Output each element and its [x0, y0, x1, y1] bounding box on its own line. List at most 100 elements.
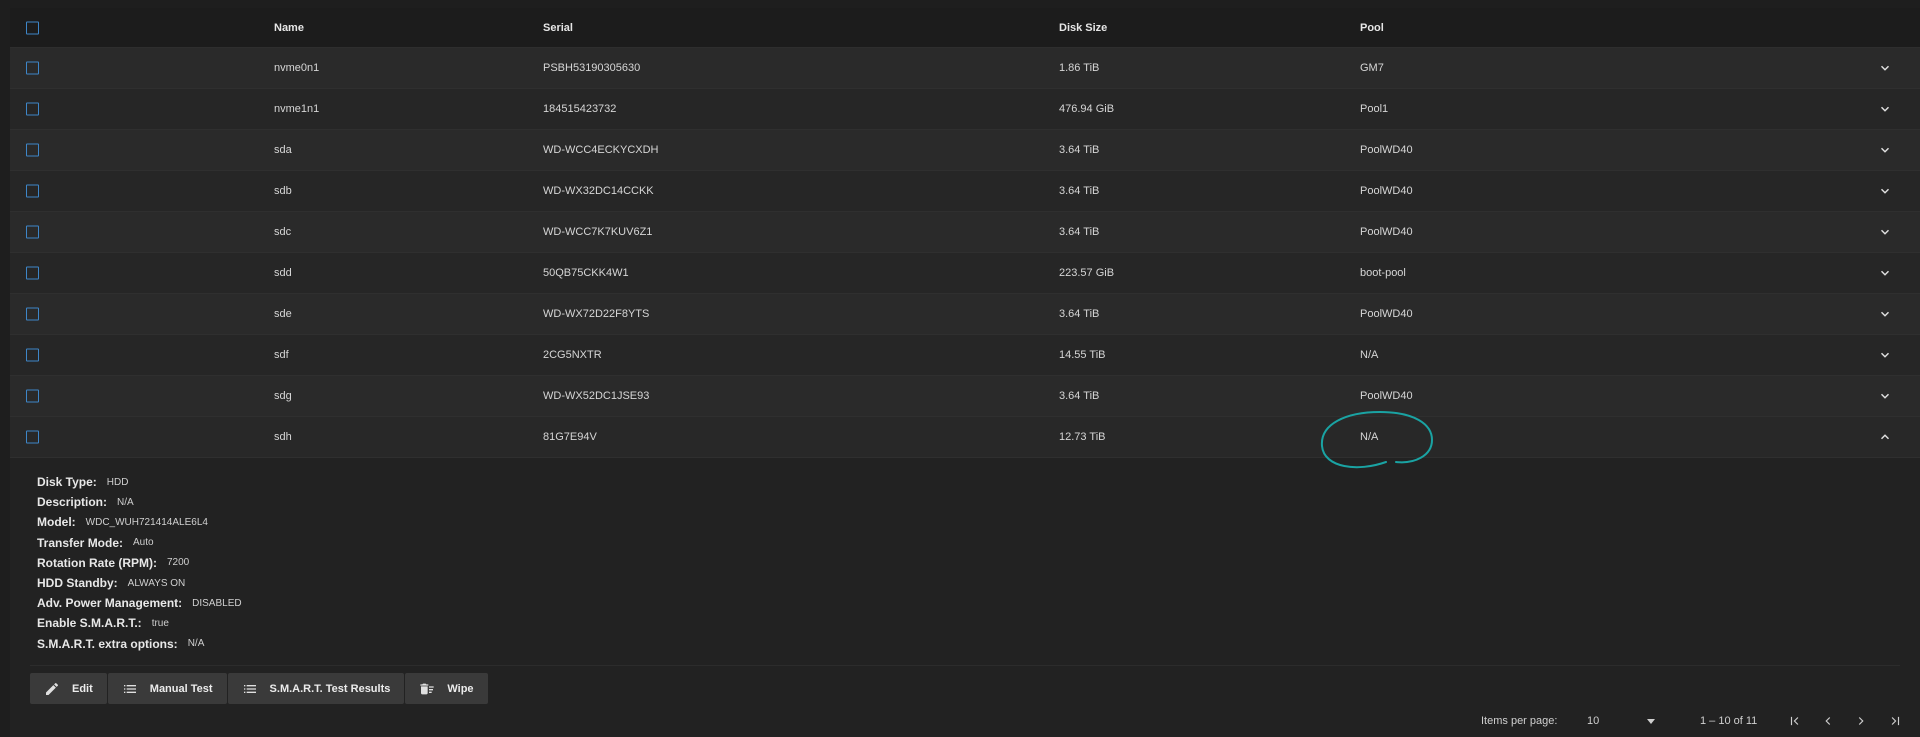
row-checkbox[interactable] [26, 61, 39, 75]
detail-key: Disk Type: [37, 475, 97, 490]
table-row[interactable]: nvme0n1 PSBH53190305630 1.86 TiB GM7 [10, 48, 1920, 89]
chevron-down-icon[interactable] [1878, 225, 1892, 239]
table-row[interactable]: sdc WD-WCC7K7KUV6Z1 3.64 TiB PoolWD40 [10, 212, 1920, 253]
disk-size: 223.57 GiB [1059, 267, 1115, 279]
detail-value: N/A [187, 638, 205, 650]
disk-name: nvme0n1 [274, 62, 320, 74]
chevron-down-icon[interactable] [1878, 307, 1892, 321]
detail-key: Transfer Mode: [37, 535, 124, 550]
table-row[interactable]: sdg WD-WX52DC1JSE93 3.64 TiB PoolWD40 [10, 376, 1920, 417]
disk-pool: N/A [1360, 431, 1379, 443]
next-page-icon[interactable] [1854, 714, 1868, 728]
detail-value: true [151, 617, 169, 629]
row-checkbox[interactable] [26, 225, 39, 239]
previous-page-icon[interactable] [1821, 714, 1835, 728]
detail-key: Description: [37, 495, 108, 510]
list-icon [123, 684, 136, 693]
page-range: 1 – 10 of 11 [1700, 715, 1758, 727]
chevron-down-icon[interactable] [1878, 348, 1892, 362]
table-row[interactable]: sdd 50QB75CKK4W1 223.57 GiB boot-pool [10, 253, 1920, 294]
smart-test-results-button[interactable]: S.M.A.R.T. Test Results [227, 673, 405, 704]
detail-key: Model: [37, 515, 76, 530]
table-row[interactable]: sde WD-WX72D22F8YTS 3.64 TiB PoolWD40 [10, 294, 1920, 335]
row-checkbox[interactable] [26, 102, 39, 116]
select-all-checkbox[interactable] [26, 21, 39, 34]
header-serial[interactable]: Serial [543, 22, 573, 34]
detail-field: Transfer Mode: Auto [37, 533, 242, 553]
header-name[interactable]: Name [274, 22, 304, 34]
disk-size: 3.64 TiB [1059, 390, 1100, 402]
chevron-down-icon[interactable] [1878, 61, 1892, 75]
chevron-down-icon[interactable] [1878, 143, 1892, 157]
disk-serial: WD-WCC4ECKYCXDH [543, 144, 659, 156]
last-page-icon[interactable] [1888, 714, 1902, 728]
row-checkbox[interactable] [26, 430, 39, 444]
edit-button[interactable]: Edit [30, 673, 107, 704]
disk-serial: 50QB75CKK4W1 [543, 267, 629, 279]
disk-serial: PSBH53190305630 [543, 62, 641, 74]
detail-value: WDC_WUH721414ALE6L4 [85, 516, 208, 528]
table-row[interactable]: nvme1n1 184515423732 476.94 GiB Pool1 [10, 89, 1920, 130]
disk-pool: N/A [1360, 349, 1379, 361]
disk-name: sdd [274, 267, 292, 279]
detail-value: N/A [117, 496, 134, 508]
detail-key: Adv. Power Management: [37, 596, 183, 611]
table-row[interactable]: sda WD-WCC4ECKYCXDH 3.64 TiB PoolWD40 [10, 130, 1920, 171]
items-per-page-label: Items per page: [1481, 715, 1558, 727]
delete-sweep-icon [420, 683, 435, 694]
dropdown-arrow-icon[interactable] [1647, 719, 1655, 724]
chevron-down-icon[interactable] [1878, 389, 1892, 403]
table-header: Name Serial Disk Size Pool [10, 8, 1920, 48]
row-checkbox[interactable] [26, 184, 39, 198]
detail-value: ALWAYS ON [127, 577, 186, 589]
disk-pool: PoolWD40 [1360, 308, 1413, 320]
disk-pool: PoolWD40 [1360, 144, 1413, 156]
list-icon [243, 684, 256, 693]
table-row[interactable]: sdf 2CG5NXTR 14.55 TiB N/A [10, 335, 1920, 376]
table-row[interactable]: sdh 81G7E94V 12.73 TiB N/A [10, 417, 1920, 458]
items-per-page-select[interactable]: 10 [1587, 715, 1599, 727]
detail-field: Model: WDC_WUH721414ALE6L4 [37, 512, 242, 532]
header-pool[interactable]: Pool [1360, 22, 1384, 34]
header-disk-size[interactable]: Disk Size [1059, 22, 1107, 34]
chevron-down-icon[interactable] [1878, 266, 1892, 280]
detail-key: S.M.A.R.T. extra options: [37, 636, 178, 651]
chevron-down-icon[interactable] [1878, 184, 1892, 198]
disk-size: 3.64 TiB [1059, 144, 1100, 156]
disk-name: sdc [274, 226, 292, 238]
detail-field: Adv. Power Management: DISABLED [37, 593, 242, 613]
first-page-icon[interactable] [1788, 714, 1802, 728]
disk-serial: WD-WCC7K7KUV6Z1 [543, 226, 653, 238]
table-row[interactable]: sdb WD-WX32DC14CCKK 3.64 TiB PoolWD40 [10, 171, 1920, 212]
disk-pool: PoolWD40 [1360, 226, 1413, 238]
row-checkbox[interactable] [26, 143, 39, 157]
detail-list: Disk Type: HDD Description: N/A Model: WDC_WU… [37, 472, 242, 654]
wipe-button[interactable]: Wipe [405, 673, 488, 704]
chevron-down-icon[interactable] [1878, 102, 1892, 116]
disk-name: sdg [274, 390, 292, 402]
disk-name: sde [274, 308, 292, 320]
disk-size: 1.86 TiB [1059, 62, 1100, 74]
disk-size: 14.55 TiB [1059, 349, 1106, 361]
paginator: Items per page: 10 1 – 10 of 11 [1420, 710, 1920, 732]
row-checkbox[interactable] [26, 266, 39, 280]
row-checkbox[interactable] [26, 307, 39, 321]
row-checkbox[interactable] [26, 348, 39, 362]
detail-actions: Edit Manual Test S.M.A.R.T. Test Results… [30, 673, 488, 704]
divider [30, 665, 1900, 666]
disk-name: sdb [274, 185, 292, 197]
row-checkbox[interactable] [26, 389, 39, 403]
disk-name: sda [274, 144, 292, 156]
disk-size: 12.73 TiB [1059, 431, 1106, 443]
disk-pool: Pool1 [1360, 103, 1389, 115]
disk-serial: 184515423732 [543, 103, 617, 115]
disk-size: 3.64 TiB [1059, 308, 1100, 320]
detail-field: Description: N/A [37, 492, 242, 512]
pencil-icon [46, 682, 59, 695]
detail-key: Enable S.M.A.R.T.: [37, 616, 142, 631]
disk-size: 3.64 TiB [1059, 226, 1100, 238]
chevron-up-icon[interactable] [1878, 430, 1892, 444]
manual-test-button[interactable]: Manual Test [107, 673, 227, 704]
disk-serial: 81G7E94V [543, 431, 597, 443]
detail-field: Disk Type: HDD [37, 472, 242, 492]
